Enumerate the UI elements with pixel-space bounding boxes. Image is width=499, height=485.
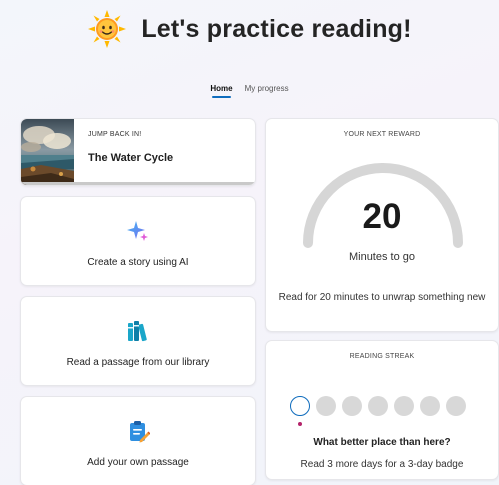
- read-library-label: Read a passage from our library: [66, 357, 210, 368]
- sparkle-icon: [126, 219, 150, 243]
- tab-my-progress[interactable]: My progress: [245, 84, 289, 98]
- streak-dots: [290, 396, 466, 426]
- tab-bar: Home My progress: [0, 84, 499, 98]
- story-title: The Water Cycle: [88, 152, 174, 164]
- streak-day: [420, 396, 440, 416]
- reading-streak-card: READING STREAK What better place than he…: [265, 340, 499, 480]
- minutes-remaining: 20: [362, 197, 402, 236]
- streak-day: [394, 396, 414, 416]
- next-reward-label: YOUR NEXT REWARD: [343, 131, 421, 138]
- minutes-to-go-label: Minutes to go: [348, 251, 416, 263]
- streak-day: [368, 396, 388, 416]
- page-header: Let's practice reading!: [0, 0, 499, 58]
- streak-headline: What better place than here?: [313, 437, 451, 448]
- add-own-passage-label: Add your own passage: [87, 457, 189, 468]
- add-own-passage-card[interactable]: Add your own passage: [20, 396, 256, 485]
- create-story-ai-label: Create a story using AI: [87, 257, 189, 268]
- streak-day-current: [290, 396, 310, 426]
- streak-description: Read 3 more days for a 3-day badge: [300, 459, 464, 470]
- jump-back-in-label: JUMP BACK IN!: [88, 131, 142, 138]
- clipboard-edit-icon: [126, 419, 151, 443]
- read-library-card[interactable]: Read a passage from our library: [20, 296, 256, 386]
- streak-day: [342, 396, 362, 416]
- create-story-ai-card[interactable]: Create a story using AI: [20, 196, 256, 286]
- tab-home[interactable]: Home: [210, 84, 233, 98]
- reward-description: Read for 20 minutes to unwrap something …: [278, 292, 486, 303]
- streak-day: [316, 396, 336, 416]
- reading-progress-bar: [21, 182, 255, 185]
- library-books-icon: [126, 319, 150, 343]
- streak-day: [446, 396, 466, 416]
- sun-icon: [87, 9, 127, 49]
- next-reward-card: YOUR NEXT REWARD 20 Minutes to go Read f…: [265, 118, 499, 332]
- page-title: Let's practice reading!: [141, 14, 412, 43]
- jump-back-in-card[interactable]: JUMP BACK IN! The Water Cycle: [20, 118, 256, 186]
- reading-streak-label: READING STREAK: [349, 353, 415, 360]
- story-thumbnail: [21, 119, 74, 185]
